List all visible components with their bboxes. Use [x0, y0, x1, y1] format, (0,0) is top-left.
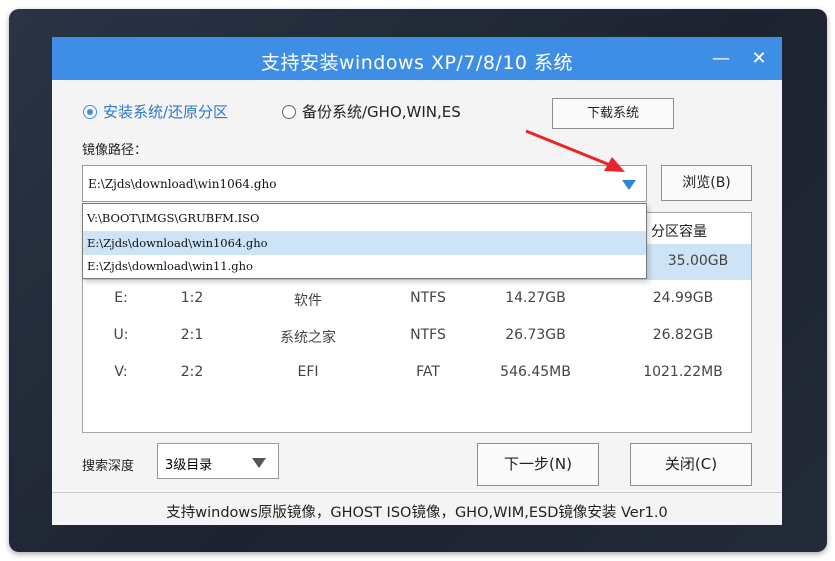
- radio-unchecked-icon: [282, 104, 296, 119]
- search-depth-label: 搜索深度: [82, 459, 135, 474]
- image-path-dropdown-list: V:\BOOT\IMGS\GRUBFM.ISO E:\Zjds\download…: [82, 203, 647, 279]
- cell-drive: E:: [114, 290, 128, 306]
- cell-filesystem: NTFS: [410, 327, 446, 343]
- image-path-label: 镜像路径：: [82, 143, 148, 158]
- radio-backup[interactable]: 备份系统/GHO,WIN,ES: [282, 101, 461, 122]
- dropdown-option-label: E:\Zjds\download\win11.gho: [87, 259, 253, 273]
- image-path-value: E:\Zjds\download\win1064.gho: [88, 177, 277, 191]
- cell-volume-label: 系统之家: [280, 330, 336, 346]
- cell-capacity: 24.99GB: [652, 290, 714, 306]
- radio-backup-label: 备份系统/GHO,WIN,ES: [302, 103, 461, 121]
- cell-capacity: 1021.22MB: [643, 364, 723, 380]
- window-title: 支持安装windows XP/7/8/10 系统: [260, 52, 574, 74]
- radio-checked-icon: [83, 104, 97, 119]
- cell-capacity: 26.82GB: [652, 327, 714, 343]
- dropdown-option-label: V:\BOOT\IMGS\GRUBFM.ISO: [87, 211, 260, 225]
- cell-volume-label: EFI: [297, 364, 319, 380]
- cell-partition: 2:2: [180, 364, 204, 380]
- cell-free-space: 26.73GB: [505, 327, 566, 343]
- search-depth-select[interactable]: 3级目录: [157, 443, 279, 479]
- annotation-arrow-icon: [525, 129, 625, 172]
- search-depth-value: 3级目录: [165, 458, 213, 473]
- radio-install-restore-label: 安装系统/还原分区: [103, 103, 229, 121]
- next-step-button[interactable]: 下一步(N): [477, 443, 599, 486]
- status-text: 支持windows原版镜像，GHOST ISO镜像，GHO,WIM,ESD镜像安…: [166, 505, 668, 521]
- cell-capacity: 35.00GB: [667, 253, 729, 269]
- radio-install-restore[interactable]: 安装系统/还原分区: [83, 101, 228, 122]
- dropdown-option[interactable]: V:\BOOT\IMGS\GRUBFM.ISO: [83, 206, 646, 230]
- cell-drive: U:: [113, 327, 129, 343]
- close-button[interactable]: 关闭(C): [630, 443, 752, 486]
- browse-button[interactable]: 浏览(B): [661, 165, 752, 201]
- close-window-button[interactable]: ✕: [745, 45, 773, 73]
- cell-partition: 2:1: [180, 327, 204, 343]
- installer-window: 支持安装windows XP/7/8/10 系统 — ✕ 安装系统/还原分区 备…: [52, 37, 782, 525]
- cell-filesystem: FAT: [416, 364, 440, 380]
- column-header-capacity[interactable]: 分区容量: [651, 221, 707, 241]
- dropdown-option[interactable]: E:\Zjds\download\win11.gho: [83, 254, 646, 278]
- cell-filesystem: NTFS: [410, 290, 446, 306]
- dropdown-option-label: E:\Zjds\download\win1064.gho: [87, 236, 268, 250]
- table-row[interactable]: V: 2:2 EFI FAT 546.45MB 1021.22MB: [83, 355, 751, 391]
- cell-volume-label: 软件: [294, 293, 322, 309]
- table-row[interactable]: U: 2:1 系统之家 NTFS 26.73GB 26.82GB: [83, 318, 751, 354]
- cell-free-space: 546.45MB: [500, 364, 571, 380]
- title-bar: 支持安装windows XP/7/8/10 系统 — ✕: [52, 37, 782, 80]
- cell-partition: 1:2: [180, 290, 204, 306]
- chevron-down-icon: [252, 458, 266, 468]
- dropdown-option-selected[interactable]: E:\Zjds\download\win1064.gho: [83, 231, 646, 255]
- cell-free-space: 14.27GB: [505, 290, 566, 306]
- cell-drive: V:: [114, 364, 128, 380]
- minimize-button[interactable]: —: [707, 45, 735, 73]
- status-bar: 支持windows原版镜像，GHOST ISO镜像，GHO,WIM,ESD镜像安…: [52, 492, 782, 525]
- table-row[interactable]: E: 1:2 软件 NTFS 14.27GB 24.99GB: [83, 281, 751, 317]
